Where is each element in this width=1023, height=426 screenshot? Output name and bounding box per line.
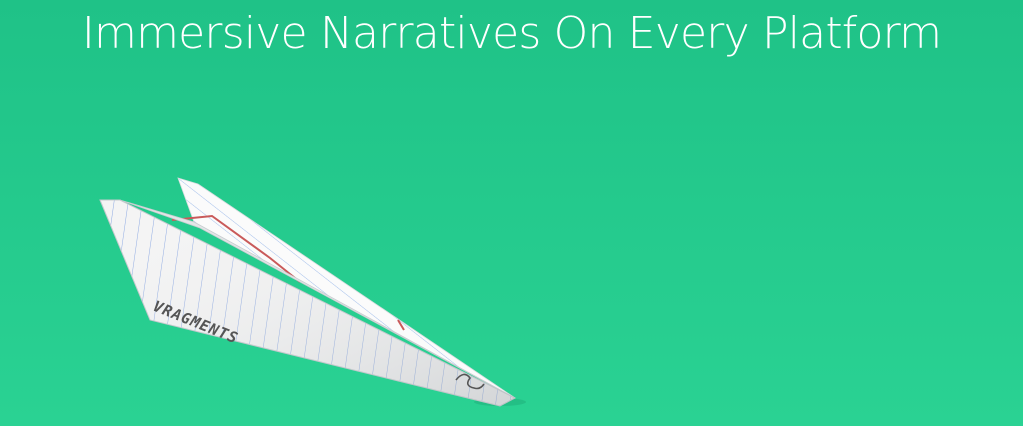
paper-airplane-illustration: VRAGMENTS — [90, 170, 530, 410]
hero-title: Immersive Narratives On Every Platform — [81, 8, 942, 59]
paper-airplane-image: VRAGMENTS — [99, 177, 526, 407]
